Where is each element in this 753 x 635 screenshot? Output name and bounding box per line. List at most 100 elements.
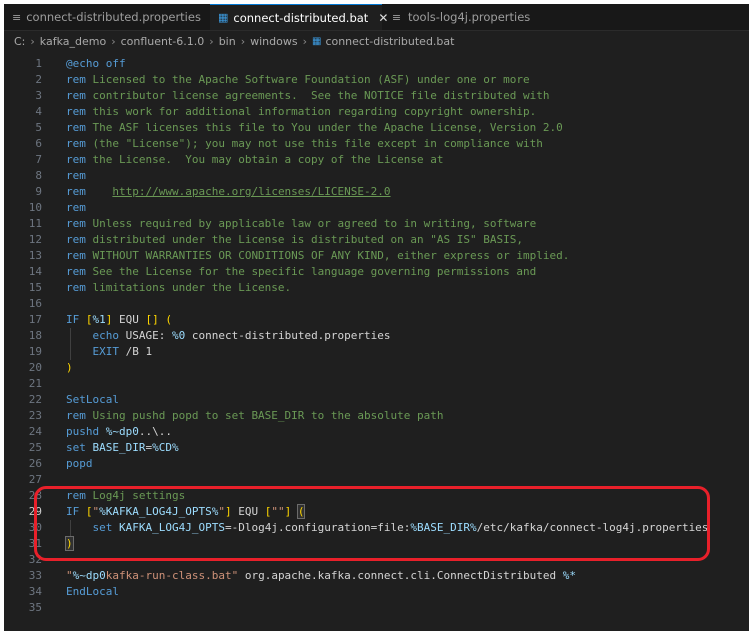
- code-line[interactable]: 8 rem: [4, 168, 749, 184]
- code-line[interactable]: 9 rem http://www.apache.org/licenses/LICE…: [4, 184, 749, 200]
- code-token: %~dp0: [72, 569, 106, 582]
- windows-batch-icon: ▦: [311, 35, 322, 47]
- code-token: IF: [66, 313, 80, 326]
- chevron-right-icon: ›: [240, 34, 246, 48]
- line-number: 7: [35, 153, 42, 166]
- chevron-right-icon: ›: [209, 34, 214, 48]
- code-line[interactable]: 11 rem Unless required by applicable law …: [4, 216, 749, 232]
- code-token: rem: [66, 153, 86, 166]
- code-line[interactable]: 26 popd: [4, 456, 749, 472]
- code-token: Unless required by applicable law or agr…: [85, 217, 537, 230]
- code-line[interactable]: 12 rem distributed under the License is d…: [4, 232, 749, 248]
- code-line[interactable]: 14 rem See the License for the specific l…: [4, 264, 749, 280]
- code-text: rem Licensed to the Apache Software Foun…: [66, 72, 530, 88]
- code-token: [: [85, 313, 93, 326]
- code-line[interactable]: 6 rem (the "License"); you may not use th…: [4, 136, 749, 152]
- code-token: USAGE:: [119, 329, 172, 342]
- code-token: ..\..: [138, 425, 172, 438]
- line-number: 14: [28, 265, 42, 278]
- tab-tools-log4j-properties[interactable]: ≡ tools-log4j.properties: [382, 4, 532, 30]
- code-text: rem this work for additional information…: [66, 104, 536, 120]
- code-text: rem contributor license agreements. See …: [66, 88, 549, 104]
- code-line[interactable]: 33 "%~dp0kafka-run-class.bat" org.apache.…: [4, 568, 749, 584]
- code-line[interactable]: 35: [4, 600, 749, 616]
- code-line[interactable]: 2 rem Licensed to the Apache Software Fou…: [4, 72, 749, 88]
- code-text: SetLocal: [66, 392, 119, 408]
- code-text: rem http://www.apache.org/licenses/LICEN…: [66, 184, 391, 200]
- code-line[interactable]: 25 set BASE_DIR=%CD%: [4, 440, 749, 456]
- breadcrumb-item-file[interactable]: connect-distributed.bat: [325, 35, 454, 48]
- code-line[interactable]: 7 rem the License. You may obtain a copy …: [4, 152, 749, 168]
- code-token: set: [66, 441, 86, 454]
- indent-guide: [70, 328, 71, 360]
- tab-connect-distributed-bat[interactable]: ▦ connect-distributed.bat ✕: [210, 4, 388, 30]
- code-token: /B 1: [119, 345, 153, 358]
- code-line[interactable]: 13 rem WITHOUT WARRANTIES OR CONDITIONS O…: [4, 248, 749, 264]
- code-token: rem: [66, 137, 86, 150]
- breadcrumb-item-windows[interactable]: windows: [250, 35, 297, 48]
- code-token: (: [165, 313, 172, 326]
- code-token: kafka-run-class.bat": [105, 569, 239, 582]
- editor-tab-bar: ≡ connect-distributed.properties ▦ conne…: [4, 4, 749, 31]
- line-number: 26: [28, 457, 42, 470]
- line-number: 25: [28, 441, 42, 454]
- code-token: ): [66, 361, 73, 374]
- line-number: 22: [28, 393, 42, 406]
- code-line[interactable]: 16: [4, 296, 749, 312]
- code-token: %*: [562, 569, 576, 582]
- code-text: @echo off: [66, 56, 126, 72]
- code-line[interactable]: 34 EndLocal: [4, 584, 749, 600]
- code-text: rem The ASF licenses this file to You un…: [66, 120, 563, 136]
- tab-connect-distributed-properties[interactable]: ≡ connect-distributed.properties: [4, 4, 201, 30]
- code-line[interactable]: 22 SetLocal: [4, 392, 749, 408]
- code-line[interactable]: 19 EXIT /B 1: [4, 344, 749, 360]
- code-token: rem: [66, 233, 86, 246]
- code-text: "%~dp0kafka-run-class.bat" org.apache.ka…: [66, 568, 576, 584]
- breadcrumb-item-bin[interactable]: bin: [219, 35, 236, 48]
- line-number: 16: [28, 297, 42, 310]
- code-token: SetLocal: [66, 393, 119, 406]
- breadcrumb-item-drive[interactable]: C:: [14, 35, 25, 48]
- code-token: org.apache.kafka.connect.cli.ConnectDist…: [238, 569, 563, 582]
- code-token: contributor license agreements. See the …: [85, 89, 550, 102]
- properties-file-icon: ≡: [391, 10, 402, 24]
- code-text: rem: [66, 200, 86, 216]
- code-line[interactable]: 1 @echo off: [4, 56, 749, 72]
- code-token: rem: [66, 281, 86, 294]
- code-token: rem: [66, 409, 86, 422]
- code-token: popd: [66, 457, 93, 470]
- code-line[interactable]: 20): [4, 360, 749, 376]
- code-line[interactable]: 18 echo USAGE: %0 connect-distributed.pr…: [4, 328, 749, 344]
- code-token: EndLocal: [66, 585, 119, 598]
- code-line[interactable]: 17 IF [%1] EQU [] (: [4, 312, 749, 328]
- code-token: rem: [66, 201, 86, 214]
- code-line[interactable]: 5 rem The ASF licenses this file to You u…: [4, 120, 749, 136]
- code-line[interactable]: 4 rem this work for additional informatio…: [4, 104, 749, 120]
- line-number: 1: [35, 57, 42, 70]
- breadcrumb-item-confluent[interactable]: confluent-6.1.0: [121, 35, 205, 48]
- code-text: pushd %~dp0..\..: [66, 424, 172, 440]
- code-text: rem Using pushd popd to set BASE_DIR to …: [66, 408, 444, 424]
- code-token: rem: [66, 185, 86, 198]
- code-text: IF [%1] EQU [] (: [66, 312, 172, 328]
- code-token: the License. You may obtain a copy of th…: [85, 153, 444, 166]
- code-line[interactable]: 3 rem contributor license agreements. See…: [4, 88, 749, 104]
- properties-file-icon: ≡: [12, 10, 22, 24]
- chevron-right-icon: ›: [30, 34, 35, 48]
- code-line[interactable]: 10 rem: [4, 200, 749, 216]
- code-text: set BASE_DIR=%CD%: [66, 440, 179, 456]
- code-line[interactable]: 21: [4, 376, 749, 392]
- code-token: @echo off: [66, 57, 126, 70]
- code-text: rem WITHOUT WARRANTIES OR CONDITIONS OF …: [66, 248, 569, 264]
- code-token: rem: [66, 265, 86, 278]
- code-line[interactable]: 23 rem Using pushd popd to set BASE_DIR t…: [4, 408, 749, 424]
- code-line[interactable]: 24 pushd %~dp0..\..: [4, 424, 749, 440]
- code-token: %0: [171, 329, 186, 342]
- breadcrumb-item-kafka-demo[interactable]: kafka_demo: [40, 35, 106, 48]
- code-token: pushd: [66, 425, 100, 438]
- code-text: ): [66, 360, 73, 376]
- code-line[interactable]: 15 rem limitations under the License.: [4, 280, 749, 296]
- url-link[interactable]: http://www.apache.org/licenses/LICENSE-2…: [112, 185, 390, 198]
